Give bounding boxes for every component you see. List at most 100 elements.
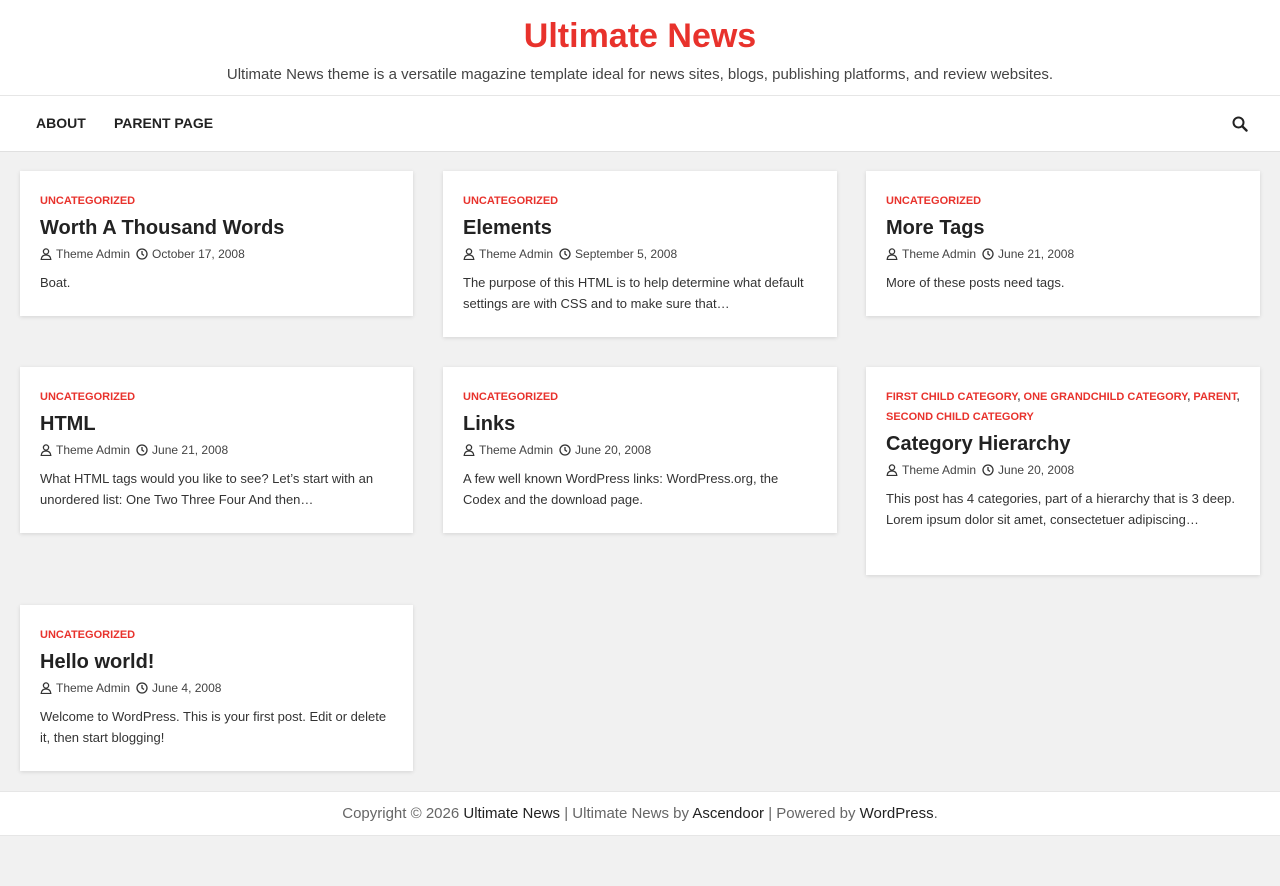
- footer-platform-link[interactable]: WordPress: [860, 805, 934, 822]
- post-date[interactable]: September 5, 2008: [559, 246, 677, 262]
- date-text: June 21, 2008: [152, 443, 229, 457]
- post-excerpt: More of these posts need tags.: [886, 275, 1065, 290]
- author-name: Theme Admin: [56, 247, 131, 261]
- post-author[interactable]: Theme Admin: [886, 462, 976, 478]
- post-date[interactable]: October 17, 2008: [136, 246, 245, 262]
- post-card: FIRST CHILD CATEGORY, ONE GRANDCHILD CAT…: [866, 367, 1260, 575]
- user-icon: [886, 248, 898, 260]
- category-separator: ,: [1017, 391, 1021, 403]
- category-link[interactable]: PARENT: [1193, 391, 1236, 403]
- clock-icon: [136, 248, 148, 260]
- footer-separator: | Powered by: [764, 805, 860, 822]
- category-link[interactable]: UNCATEGORIZED: [40, 195, 135, 207]
- clock-icon: [559, 444, 571, 456]
- date-text: September 5, 2008: [575, 247, 678, 261]
- post-author[interactable]: Theme Admin: [886, 246, 976, 262]
- post-title[interactable]: More Tags: [886, 215, 1240, 241]
- post-card: UNCATEGORIZED Links Theme Admin June 20,…: [443, 367, 837, 533]
- site-footer: Copyright © 2026 Ultimate News | Ultimat…: [0, 791, 1280, 836]
- clock-icon: [136, 444, 148, 456]
- footer-site-link[interactable]: Ultimate News: [463, 805, 560, 822]
- date-text: June 20, 2008: [575, 443, 652, 457]
- post-title[interactable]: Worth A Thousand Words: [40, 215, 393, 241]
- post-categories: UNCATEGORIZED: [40, 191, 393, 211]
- post-date[interactable]: June 20, 2008: [559, 442, 651, 458]
- post-title[interactable]: Links: [463, 411, 817, 437]
- post-categories: UNCATEGORIZED: [40, 625, 393, 645]
- author-name: Theme Admin: [56, 443, 131, 457]
- date-text: June 4, 2008: [152, 681, 222, 695]
- post-author[interactable]: Theme Admin: [463, 442, 553, 458]
- post-author[interactable]: Theme Admin: [463, 246, 553, 262]
- post-categories: UNCATEGORIZED: [886, 191, 1240, 211]
- copyright-text: Copyright © 2026: [342, 805, 460, 822]
- post-meta: Theme Admin October 17, 2008: [40, 246, 393, 262]
- post-card: UNCATEGORIZED More Tags Theme Admin June…: [866, 171, 1260, 316]
- search-icon[interactable]: [1228, 112, 1252, 136]
- post-date[interactable]: June 4, 2008: [136, 680, 221, 696]
- post-date[interactable]: June 20, 2008: [982, 462, 1074, 478]
- category-link[interactable]: UNCATEGORIZED: [463, 195, 558, 207]
- clock-icon: [982, 248, 994, 260]
- post-meta: Theme Admin June 20, 2008: [463, 442, 817, 458]
- category-link[interactable]: SECOND CHILD CATEGORY: [886, 411, 1034, 423]
- post-categories: FIRST CHILD CATEGORY, ONE GRANDCHILD CAT…: [886, 387, 1240, 427]
- post-card: UNCATEGORIZED HTML Theme Admin June 21, …: [20, 367, 413, 533]
- author-name: Theme Admin: [902, 247, 977, 261]
- date-text: October 17, 2008: [152, 247, 245, 261]
- user-icon: [40, 444, 52, 456]
- post-categories: UNCATEGORIZED: [463, 387, 817, 407]
- category-link[interactable]: ONE GRANDCHILD CATEGORY: [1024, 391, 1188, 403]
- site-description: Ultimate News theme is a versatile magaz…: [226, 66, 1054, 83]
- user-icon: [463, 248, 475, 260]
- author-name: Theme Admin: [479, 443, 554, 457]
- post-author[interactable]: Theme Admin: [40, 246, 130, 262]
- post-excerpt: This post has 4 categories, part of a hi…: [886, 491, 1236, 527]
- post-excerpt: The purpose of this HTML is to help dete…: [463, 275, 804, 311]
- post-card: UNCATEGORIZED Elements Theme Admin Septe…: [443, 171, 837, 337]
- category-link[interactable]: UNCATEGORIZED: [886, 195, 981, 207]
- post-categories: UNCATEGORIZED: [463, 191, 817, 211]
- post-card: UNCATEGORIZED Hello world! Theme Admin J…: [20, 605, 413, 771]
- post-title[interactable]: Category Hierarchy: [886, 431, 1240, 457]
- post-title[interactable]: HTML: [40, 411, 393, 437]
- post-title[interactable]: Elements: [463, 215, 817, 241]
- user-icon: [40, 682, 52, 694]
- category-link[interactable]: UNCATEGORIZED: [40, 629, 135, 641]
- category-separator: ,: [1236, 391, 1240, 403]
- post-categories: UNCATEGORIZED: [40, 387, 393, 407]
- post-meta: Theme Admin June 20, 2008: [886, 462, 1240, 478]
- post-card: UNCATEGORIZED Worth A Thousand Words The…: [20, 171, 413, 316]
- author-name: Theme Admin: [56, 681, 131, 695]
- user-icon: [40, 248, 52, 260]
- post-meta: Theme Admin June 21, 2008: [886, 246, 1240, 262]
- footer-separator: | Ultimate News by: [560, 805, 693, 822]
- post-date[interactable]: June 21, 2008: [136, 442, 228, 458]
- author-name: Theme Admin: [902, 463, 977, 477]
- footer-theme-author-link[interactable]: Ascendoor: [692, 805, 764, 822]
- nav-item-about[interactable]: ABOUT: [36, 96, 86, 152]
- category-link[interactable]: UNCATEGORIZED: [40, 391, 135, 403]
- clock-icon: [559, 248, 571, 260]
- post-meta: Theme Admin June 4, 2008: [40, 680, 393, 696]
- post-title[interactable]: Hello world!: [40, 649, 393, 675]
- user-icon: [886, 464, 898, 476]
- user-icon: [463, 444, 475, 456]
- nav-item-parent-page[interactable]: PARENT PAGE: [114, 96, 213, 152]
- category-separator: ,: [1187, 391, 1191, 403]
- category-link[interactable]: UNCATEGORIZED: [463, 391, 558, 403]
- post-meta: Theme Admin June 21, 2008: [40, 442, 393, 458]
- post-author[interactable]: Theme Admin: [40, 680, 130, 696]
- post-excerpt: What HTML tags would you like to see? Le…: [40, 471, 374, 507]
- date-text: June 20, 2008: [998, 463, 1075, 477]
- post-excerpt: Boat.: [40, 275, 71, 290]
- site-header: Ultimate News Ultimate News theme is a v…: [0, 0, 1280, 96]
- post-author[interactable]: Theme Admin: [40, 442, 130, 458]
- site-title[interactable]: Ultimate News: [0, 0, 1280, 56]
- post-meta: Theme Admin September 5, 2008: [463, 246, 817, 262]
- clock-icon: [982, 464, 994, 476]
- category-link[interactable]: FIRST CHILD CATEGORY: [886, 391, 1017, 403]
- date-text: June 21, 2008: [998, 247, 1075, 261]
- main-navigation: ABOUT PARENT PAGE: [0, 96, 1280, 152]
- post-date[interactable]: June 21, 2008: [982, 246, 1074, 262]
